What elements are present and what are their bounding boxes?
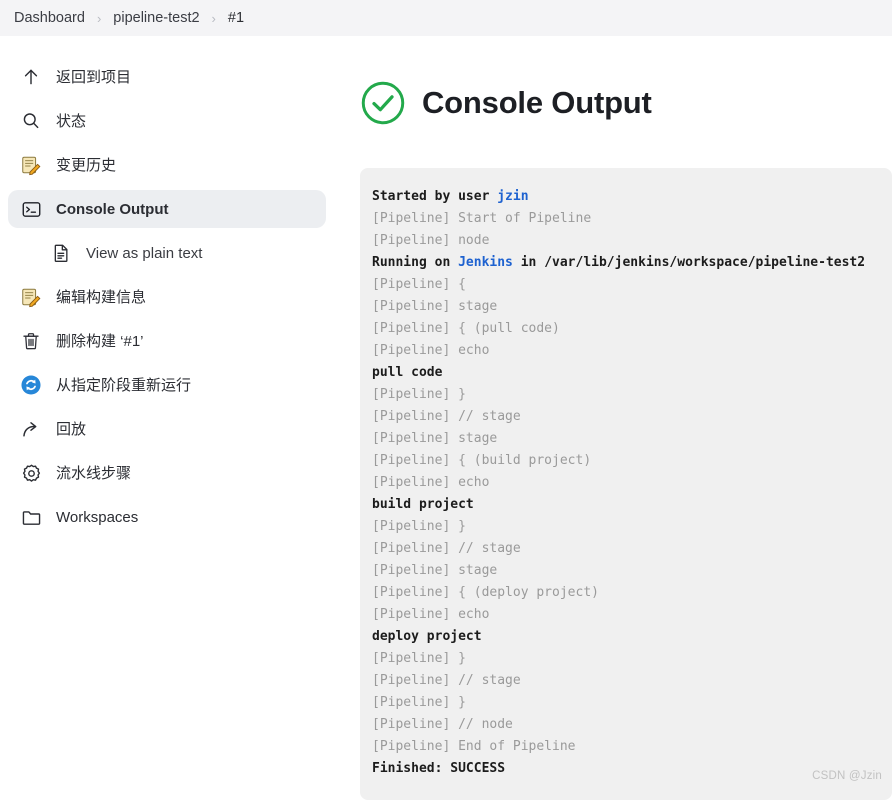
sidebar-item-delete-build[interactable]: 删除构建 ‘#1’ bbox=[8, 322, 326, 360]
console-log-link[interactable]: Jenkins bbox=[458, 255, 513, 270]
watermark: CSDN @Jzin bbox=[812, 770, 882, 782]
console-log-line: [Pipeline] // node bbox=[372, 716, 513, 732]
restart-circle-icon bbox=[20, 374, 42, 396]
sidebar-item-label: 变更历史 bbox=[56, 156, 117, 174]
console-log-line: [Pipeline] stage bbox=[372, 430, 498, 446]
sidebar-item-view-as-plain-text[interactable]: View as plain text bbox=[38, 234, 326, 272]
console-log-line: [Pipeline] End of Pipeline bbox=[372, 738, 576, 754]
console-log-line: [Pipeline] } bbox=[372, 518, 466, 534]
console-log-line: [Pipeline] { (pull code) bbox=[372, 320, 560, 336]
sidebar-item-label: 删除构建 ‘#1’ bbox=[56, 332, 144, 350]
console-log-line: deploy project bbox=[372, 628, 482, 644]
sidebar-item-replay[interactable]: 回放 bbox=[8, 410, 326, 448]
document-icon bbox=[50, 242, 72, 264]
arrow-up-icon bbox=[20, 66, 42, 88]
console-log-link[interactable]: jzin bbox=[497, 189, 528, 204]
console-log-line: pull code bbox=[372, 364, 443, 380]
console-log-line: [Pipeline] } bbox=[372, 650, 466, 666]
sidebar-item-label: 编辑构建信息 bbox=[56, 288, 147, 306]
notepad-pencil-icon bbox=[20, 286, 42, 308]
sidebar-item-label: 从指定阶段重新运行 bbox=[56, 376, 192, 394]
console-log-line: [Pipeline] } bbox=[372, 694, 466, 710]
trash-icon bbox=[20, 330, 42, 352]
console-log-line: [Pipeline] stage bbox=[372, 562, 498, 578]
sidebar-item-status[interactable]: 状态 bbox=[8, 102, 326, 140]
console-log-line: [Pipeline] // stage bbox=[372, 408, 521, 424]
breadcrumb-separator-icon: › bbox=[211, 10, 216, 26]
console-log-line: Finished: SUCCESS bbox=[372, 760, 506, 776]
console-log-line: Running on Jenkins in /var/lib/jenkins/w… bbox=[372, 254, 866, 270]
success-check-circle-icon bbox=[360, 80, 406, 126]
page-body: 返回到项目 状态 变更历史 Console Output View as pla… bbox=[0, 36, 892, 800]
console-log-line: [Pipeline] } bbox=[372, 386, 466, 402]
sidebar-item-label: Console Output bbox=[56, 200, 169, 218]
sidebar-item-edit-build-information[interactable]: 编辑构建信息 bbox=[8, 278, 326, 316]
console-log-line: [Pipeline] // stage bbox=[372, 540, 521, 556]
sidebar-item-back-to-project[interactable]: 返回到项目 bbox=[8, 58, 326, 96]
sidebar-item-label: 回放 bbox=[56, 420, 87, 438]
search-icon bbox=[20, 110, 42, 132]
breadcrumb-item-dashboard[interactable]: Dashboard bbox=[12, 8, 87, 28]
console-log-line: [Pipeline] echo bbox=[372, 474, 490, 490]
console-log-line: [Pipeline] // stage bbox=[372, 672, 521, 688]
sidebar-item-pipeline-steps[interactable]: 流水线步骤 bbox=[8, 454, 326, 492]
console-log-line: Started by user jzin bbox=[372, 188, 529, 204]
console-log-line: [Pipeline] { (build project) bbox=[372, 452, 592, 468]
sidebar: 返回到项目 状态 变更历史 Console Output View as pla… bbox=[0, 36, 352, 536]
page-title: Console Output bbox=[422, 84, 652, 120]
console-log-line: [Pipeline] stage bbox=[372, 298, 498, 314]
sidebar-item-restart-from-stage[interactable]: 从指定阶段重新运行 bbox=[8, 366, 326, 404]
console-log-line: build project bbox=[372, 496, 474, 512]
folder-icon bbox=[20, 506, 42, 528]
console-log-line: [Pipeline] Start of Pipeline bbox=[372, 210, 592, 226]
breadcrumb-item-pipeline-test2[interactable]: pipeline-test2 bbox=[111, 8, 201, 28]
sidebar-item-label: 状态 bbox=[56, 112, 87, 130]
gear-icon bbox=[20, 462, 42, 484]
breadcrumb-item-build-number[interactable]: #1 bbox=[226, 8, 246, 28]
terminal-icon bbox=[20, 198, 42, 220]
sidebar-item-console-output[interactable]: Console Output bbox=[8, 190, 326, 228]
breadcrumb: Dashboard › pipeline-test2 › #1 bbox=[0, 0, 892, 36]
sidebar-item-workspaces[interactable]: Workspaces bbox=[8, 498, 326, 536]
main-content: Console Output Started by user jzin [Pipe… bbox=[352, 36, 892, 800]
console-log-line: [Pipeline] echo bbox=[372, 342, 490, 358]
page-header: Console Output bbox=[360, 64, 892, 142]
console-log-line: [Pipeline] echo bbox=[372, 606, 490, 622]
console-output-log[interactable]: Started by user jzin [Pipeline] Start of … bbox=[360, 167, 892, 800]
replay-arrow-icon bbox=[20, 418, 42, 440]
console-log-line: [Pipeline] node bbox=[372, 232, 490, 248]
notepad-pencil-icon bbox=[20, 154, 42, 176]
breadcrumb-separator-icon: › bbox=[96, 10, 102, 26]
sidebar-item-label: View as plain text bbox=[86, 244, 203, 262]
console-log-line: [Pipeline] { (deploy project) bbox=[372, 584, 599, 600]
console-log-line: [Pipeline] { bbox=[372, 276, 466, 292]
sidebar-item-label: 返回到项目 bbox=[56, 68, 132, 86]
sidebar-item-label: Workspaces bbox=[56, 508, 139, 526]
sidebar-item-change-history[interactable]: 变更历史 bbox=[8, 146, 326, 184]
sidebar-item-label: 流水线步骤 bbox=[56, 464, 132, 482]
